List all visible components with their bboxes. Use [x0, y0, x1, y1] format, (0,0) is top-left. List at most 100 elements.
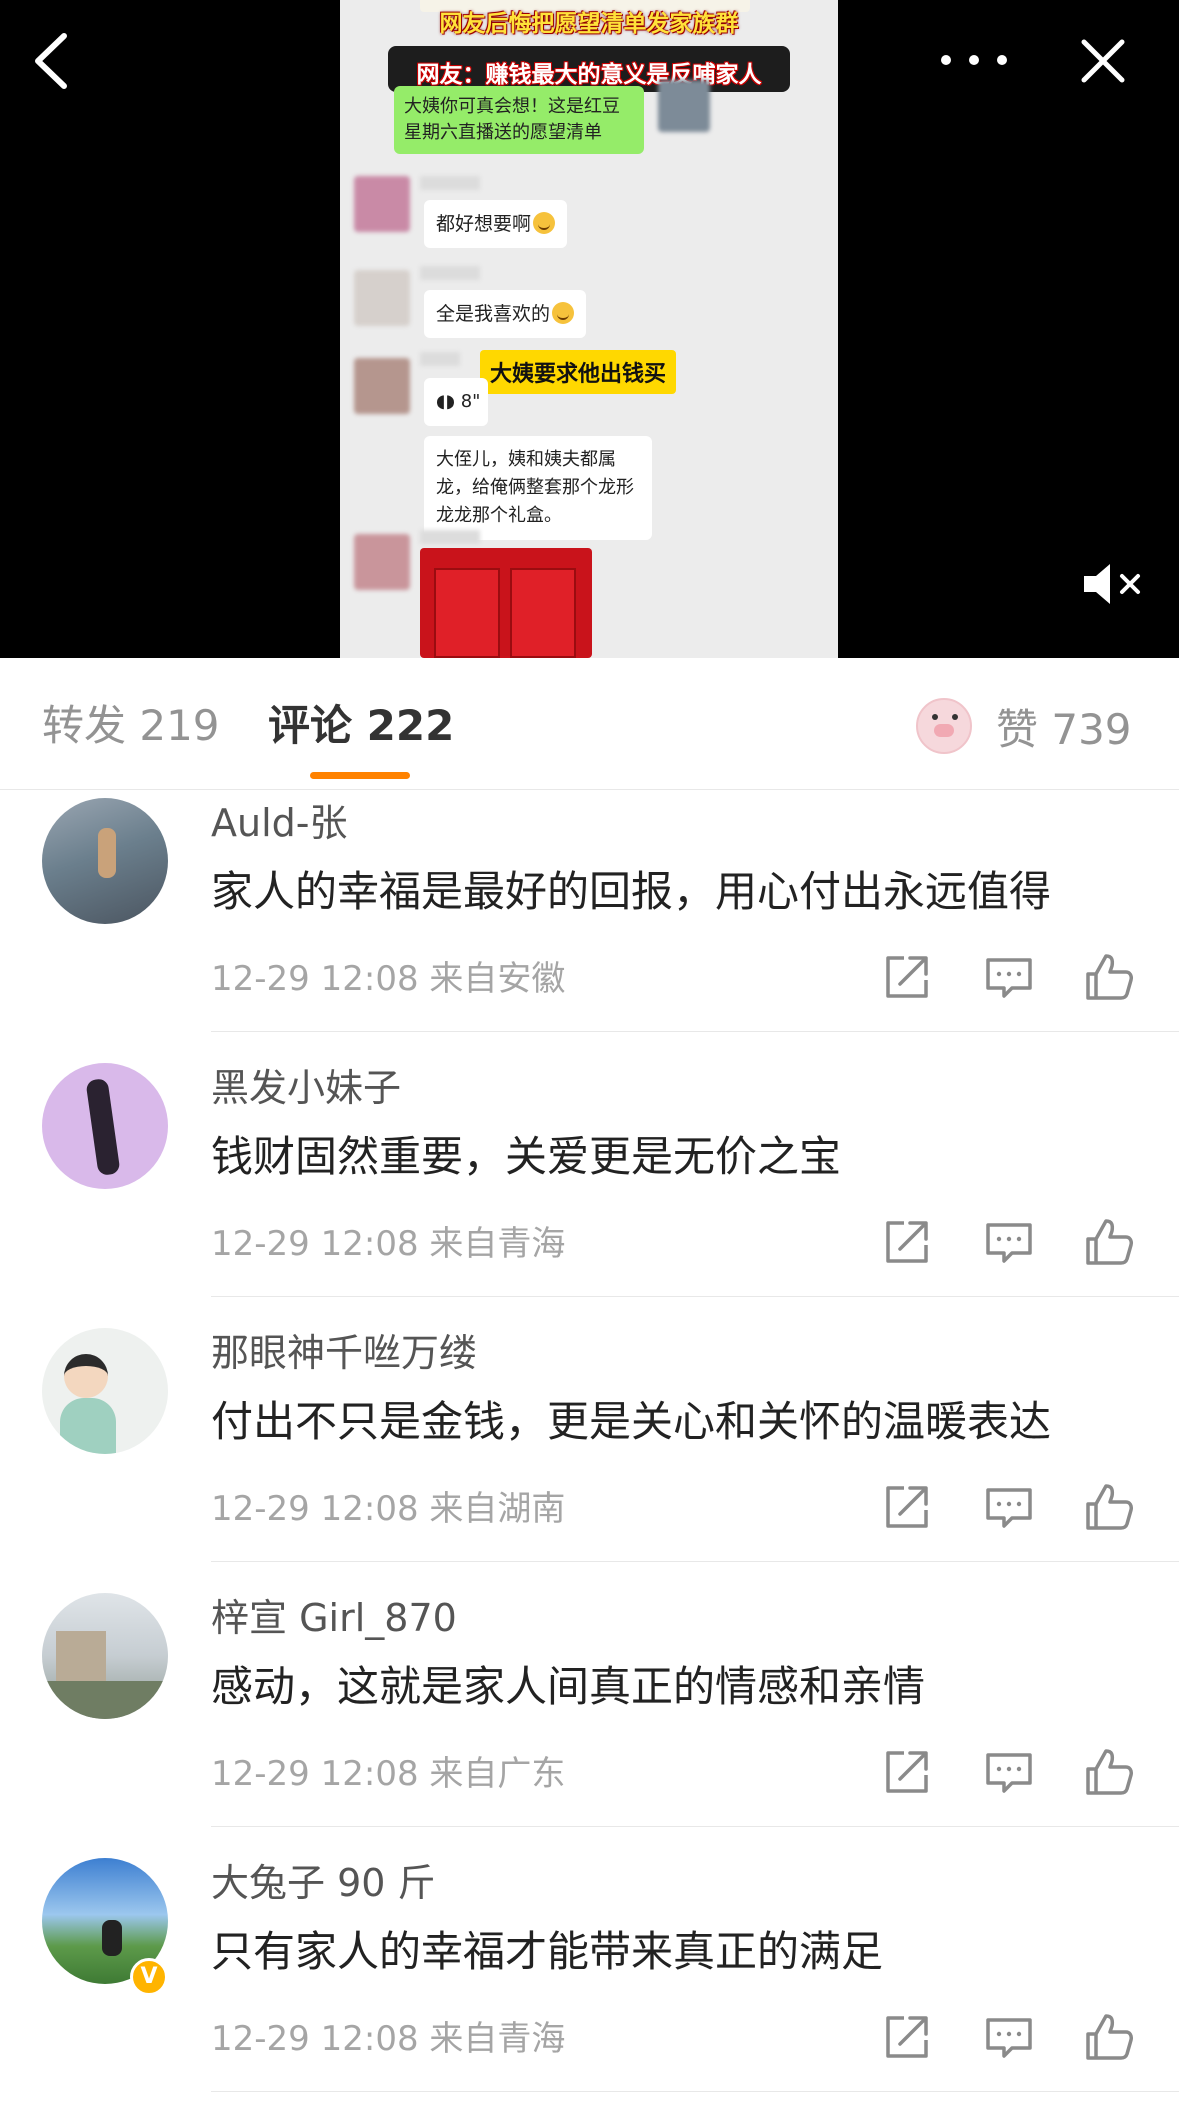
like-button[interactable]	[1082, 950, 1136, 1004]
chat-sender-name	[420, 352, 460, 366]
reply-button[interactable]	[982, 1480, 1036, 1534]
chat-bubble-sent: 大姨你可真会想！这是红豆星期六直播送的愿望清单	[394, 86, 644, 154]
close-button[interactable]	[1078, 36, 1128, 86]
comment-bubble-icon	[986, 2018, 1032, 2058]
avatar[interactable]	[42, 1593, 168, 1719]
avatar[interactable]	[42, 798, 168, 924]
comment-author[interactable]: 大兔子 90 斤	[211, 1860, 436, 1906]
like-button[interactable]	[1082, 2010, 1136, 2064]
video-frame: 网友后悔把愿望清单发家族群 网友：赚钱最大的意义是反哺家人 大姨你可真会想！这是…	[340, 0, 838, 658]
chat-bubble-sent-text: 大姨你可真会想！这是红豆星期六直播送的愿望清单	[404, 96, 620, 143]
reply-button[interactable]	[982, 1215, 1036, 1269]
comment-bubble-icon	[986, 1488, 1032, 1528]
reply-button[interactable]	[982, 2010, 1036, 2064]
tab-like[interactable]: 赞 739	[916, 698, 1132, 754]
mute-button[interactable]	[1080, 560, 1146, 608]
comment-author[interactable]: 黑发小妹子	[211, 1065, 401, 1111]
comment-item: 那眼神千咝万缕 付出不只是金钱，更是关心和关怀的温暖表达 12-29 12:08…	[0, 1320, 1179, 1585]
avatar-figure	[98, 828, 116, 878]
divider	[211, 1031, 1179, 1032]
chat-bubble: 都好想要啊	[424, 200, 568, 248]
chat-sender-name	[420, 176, 480, 190]
share-icon	[886, 1221, 928, 1263]
divider	[211, 2091, 1179, 2092]
back-button[interactable]	[30, 32, 76, 90]
gift-box-photo	[420, 548, 592, 658]
divider	[211, 1296, 1179, 1297]
divider	[211, 1561, 1179, 1562]
share-button[interactable]	[880, 1480, 934, 1534]
comment-actions	[880, 950, 1140, 1004]
back-arrow-icon	[35, 33, 67, 89]
comment-meta: 12-29 12:08 来自安徽	[211, 959, 566, 999]
voice-duration: 8"	[460, 391, 481, 412]
chat-avatar	[354, 358, 410, 414]
share-icon	[886, 2016, 928, 2058]
voice-message: ◖◗ 8"	[424, 378, 488, 426]
like-button[interactable]	[1082, 1480, 1136, 1534]
share-button[interactable]	[880, 1745, 934, 1799]
comment-bubble-icon	[986, 1223, 1032, 1263]
comment-author[interactable]: 梓宣 Girl_870	[211, 1595, 457, 1641]
share-icon	[886, 1751, 928, 1793]
chat-bubble-text: 都好想要啊	[436, 213, 532, 235]
chat-bubble: 大侄儿，姨和姨夫都属龙，给俺俩整套那个龙形龙龙那个礼盒。	[424, 436, 652, 540]
avatar[interactable]	[42, 1063, 168, 1189]
comment-text: 感动，这就是家人间真正的情感和亲情	[211, 1662, 926, 1711]
thumbs-up-icon	[1086, 1749, 1133, 1795]
avatar-figure-body	[60, 1398, 116, 1454]
avatar[interactable]	[42, 1328, 168, 1454]
like-count: 赞 739	[996, 704, 1132, 754]
avatar-building	[56, 1631, 106, 1687]
comment-text: 付出不只是金钱，更是关心和关怀的温暖表达	[211, 1397, 1052, 1446]
comment-author[interactable]: 那眼神千咝万缕	[211, 1330, 477, 1376]
tab-comment[interactable]: 评论 222	[268, 700, 454, 752]
chat-bubble-text: 全是我喜欢的	[436, 303, 551, 325]
verified-badge-icon: V	[130, 1958, 168, 1996]
chat-bubble: 全是我喜欢的	[424, 290, 587, 338]
comment-text: 家人的幸福是最好的回报，用心付出永远值得	[211, 867, 1052, 916]
pig-avatar-icon	[916, 698, 972, 754]
chat-avatar	[354, 176, 410, 232]
comment-item: 梓宣 Girl_870 感动，这就是家人间真正的情感和亲情 12-29 12:0…	[0, 1585, 1179, 1850]
comment-text: 钱财固然重要，关爱更是无价之宝	[211, 1132, 842, 1181]
comment-meta: 12-29 12:08 来自广东	[211, 1754, 566, 1794]
chat-sender-name	[420, 266, 480, 280]
tab-repost[interactable]: 转发 219	[42, 700, 220, 752]
share-button[interactable]	[880, 950, 934, 1004]
reply-button[interactable]	[982, 1745, 1036, 1799]
gift-box-right	[510, 568, 576, 658]
like-button[interactable]	[1082, 1215, 1136, 1269]
video-caption: 网友：赚钱最大的意义是反哺家人	[416, 62, 762, 88]
comment-bubble-icon	[986, 1753, 1032, 1793]
chat-avatar	[354, 534, 410, 590]
comment-text: 只有家人的幸福才能带来真正的满足	[211, 1927, 884, 1976]
video-player[interactable]: 网友后悔把愿望清单发家族群 网友：赚钱最大的意义是反哺家人 大姨你可真会想！这是…	[0, 0, 1179, 658]
mute-speaker-icon	[1084, 564, 1140, 604]
share-button[interactable]	[880, 1215, 934, 1269]
comment-actions	[880, 1745, 1140, 1799]
more-dots-icon	[941, 55, 1007, 65]
comment-meta: 12-29 12:08 来自湖南	[211, 1489, 566, 1529]
comment-meta: 12-29 12:08 来自青海	[211, 2019, 566, 2059]
thumbs-up-icon	[1086, 954, 1133, 1000]
avatar-figure	[102, 1920, 122, 1956]
voice-wave-icon: ◖◗	[436, 391, 455, 412]
like-button[interactable]	[1082, 1745, 1136, 1799]
comment-author[interactable]: Auld-张	[211, 800, 347, 846]
chat-bubble-text: 大侄儿，姨和姨夫都属龙，给俺俩整套那个龙形龙龙那个礼盒。	[436, 449, 634, 526]
comment-item: Auld-张 家人的幸福是最好的回报，用心付出永远值得 12-29 12:08 …	[0, 790, 1179, 1055]
more-button[interactable]	[934, 40, 1014, 80]
close-x-icon	[1081, 39, 1125, 83]
highlight-label: 大姨要求他出钱买	[480, 350, 677, 394]
video-banner-top: 网友后悔把愿望清单发家族群	[439, 11, 739, 37]
thumbs-up-icon	[1086, 1484, 1133, 1530]
share-icon	[886, 1486, 928, 1528]
comment-bubble-icon	[986, 958, 1032, 998]
chat-sender-name	[420, 530, 480, 544]
share-button[interactable]	[880, 2010, 934, 2064]
grin-emoji-icon	[533, 212, 556, 234]
divider	[211, 1826, 1179, 1827]
chat-avatar-self	[658, 80, 710, 132]
reply-button[interactable]	[982, 950, 1036, 1004]
